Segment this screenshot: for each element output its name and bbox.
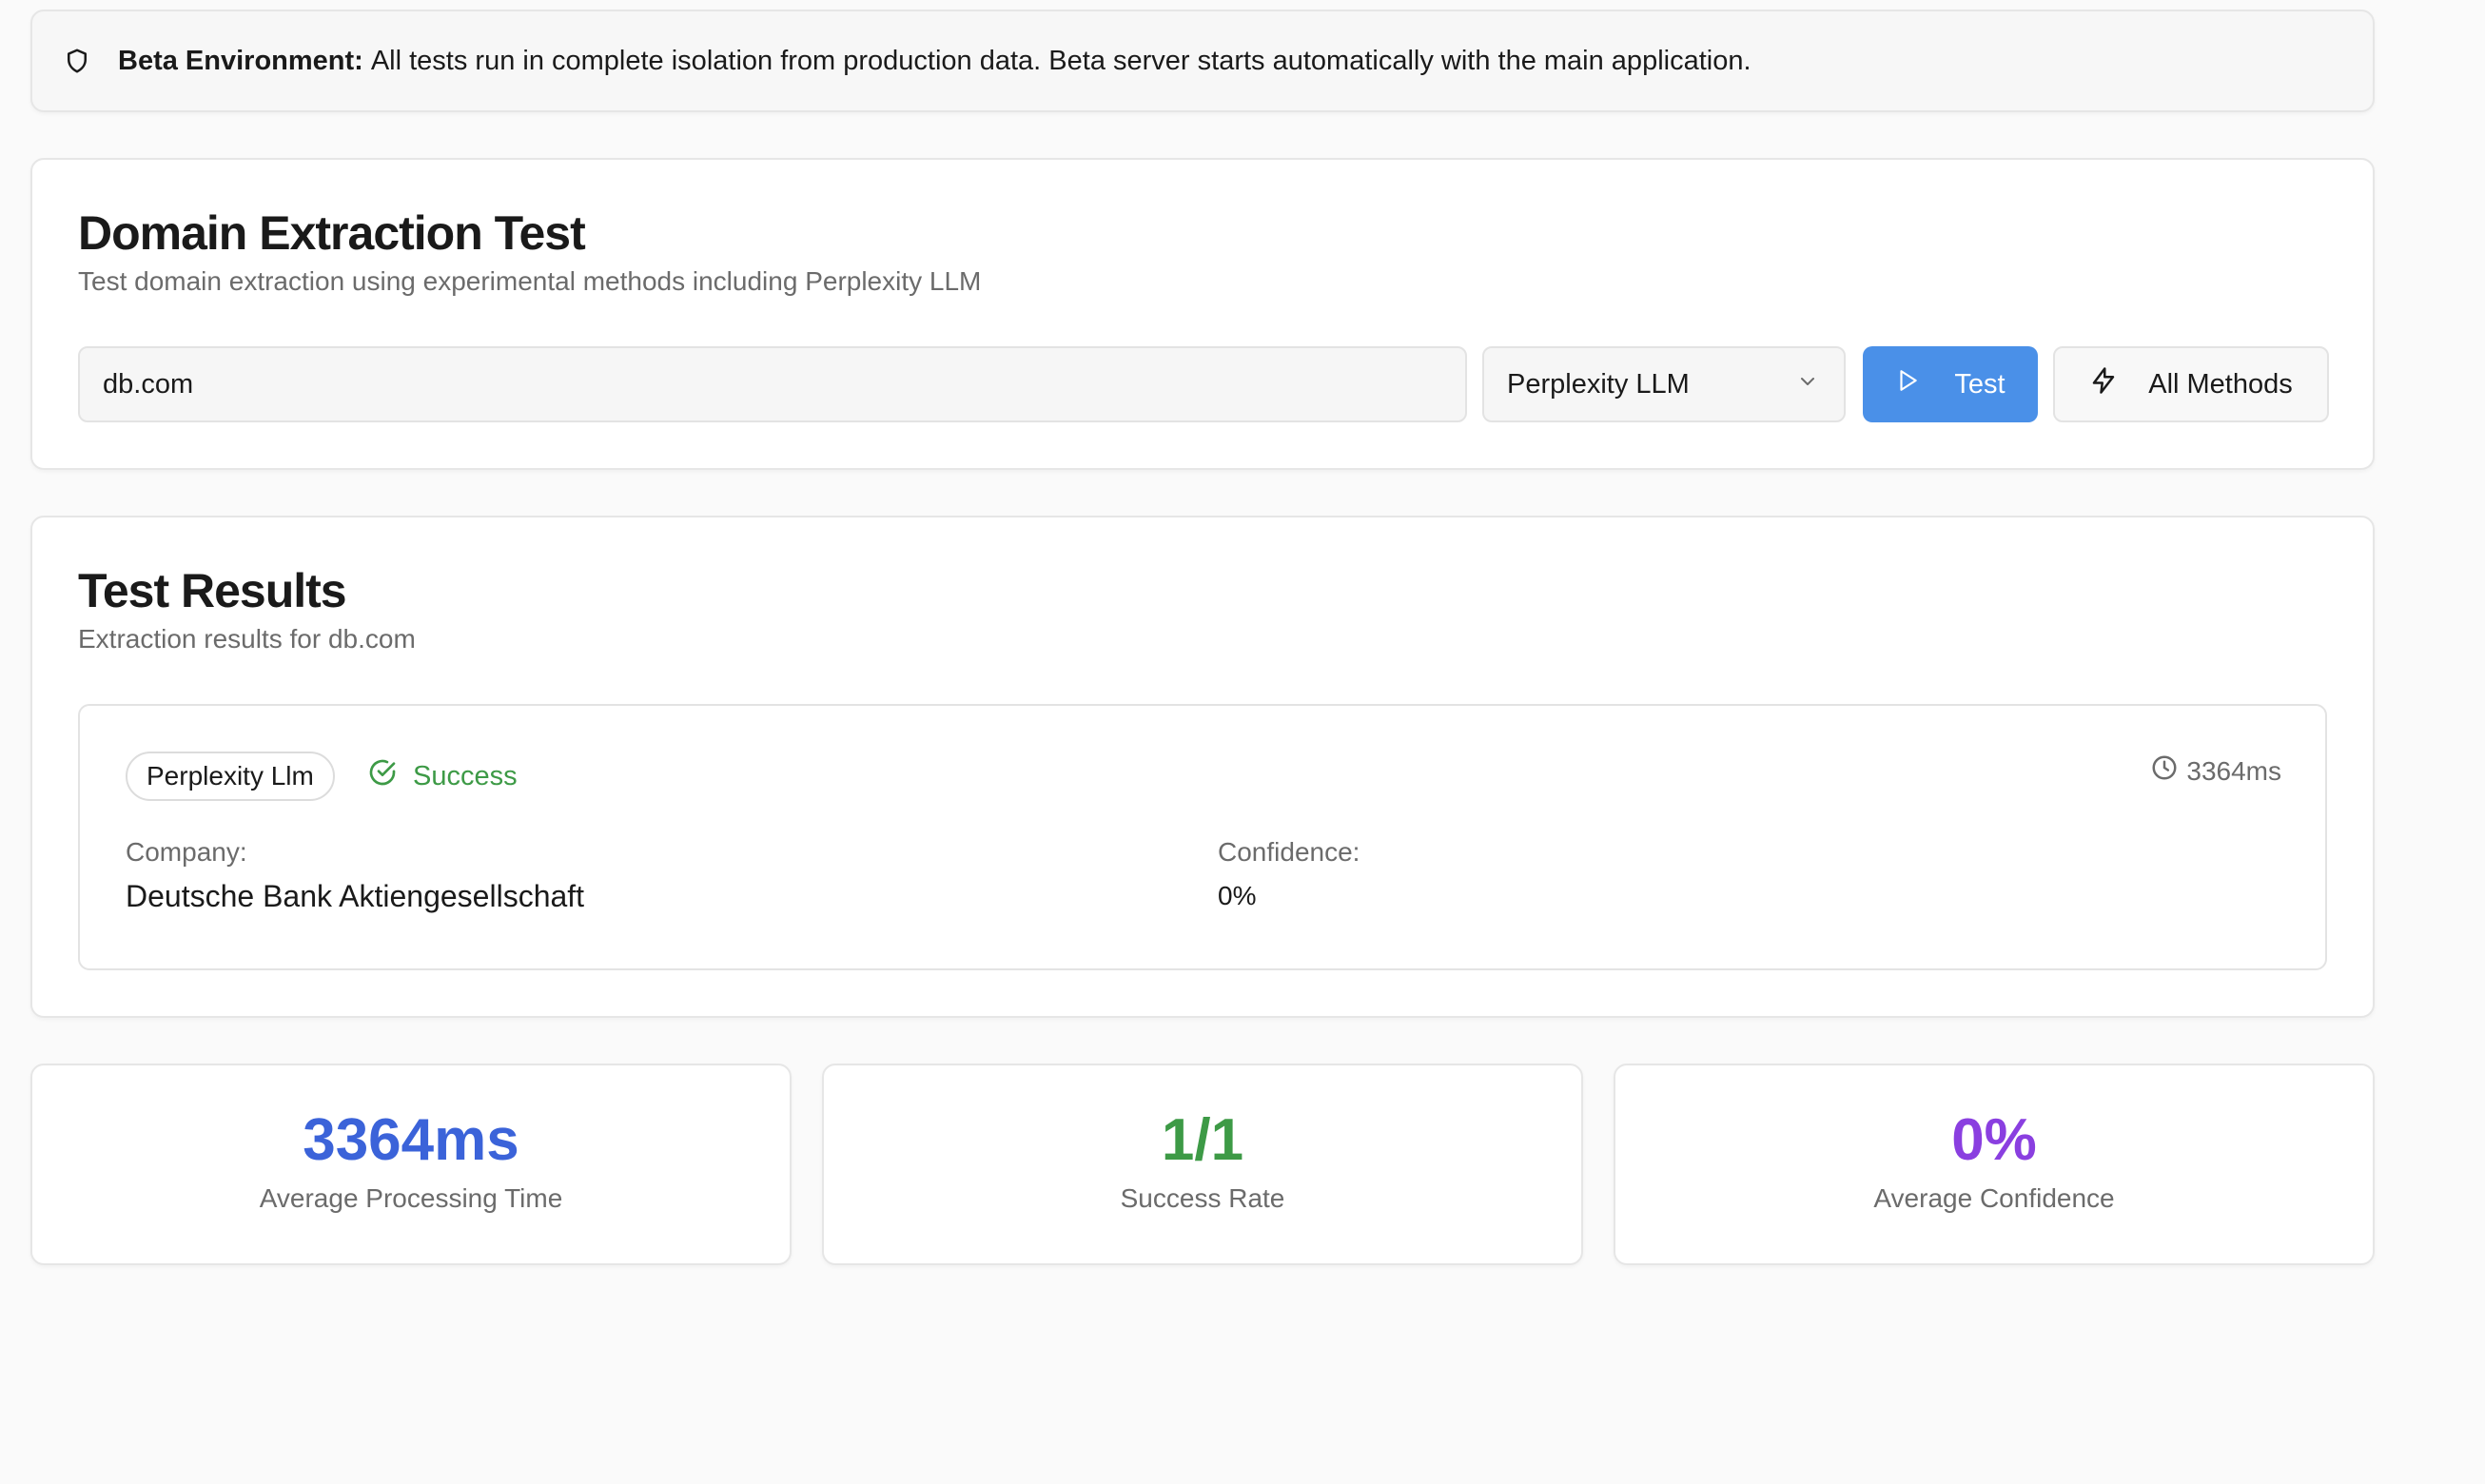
all-methods-label: All Methods [2148, 368, 2293, 400]
confidence-label: Confidence: [1218, 837, 1360, 867]
stat-value: 3364ms [303, 1107, 519, 1173]
stat-average-processing-time: 3364ms Average Processing Time [30, 1064, 792, 1265]
stat-success-rate: 1/1 Success Rate [822, 1064, 1583, 1265]
company-value: Deutsche Bank Aktiengesellschaft [126, 879, 585, 913]
all-methods-button[interactable]: All Methods [2053, 346, 2329, 422]
status-label: Success [413, 760, 518, 791]
method-badge: Perplexity Llm [126, 752, 335, 801]
result-item: Perplexity Llm Success 3364ms Company: D… [78, 704, 2327, 970]
extraction-title: Domain Extraction Test [78, 206, 586, 260]
domain-extraction-card: Domain Extraction Test Test domain extra… [30, 158, 2375, 470]
test-button[interactable]: Test [1863, 346, 2038, 422]
banner-title: Beta Environment: [118, 45, 363, 76]
status-badge: Success [367, 752, 518, 801]
play-icon [1895, 367, 1954, 401]
beta-environment-banner: Beta Environment: All tests run in compl… [30, 10, 2375, 112]
results-subtitle: Extraction results for db.com [78, 624, 416, 654]
stat-label: Success Rate [1120, 1183, 1285, 1213]
stat-value: 0% [1951, 1107, 2037, 1173]
extraction-subtitle: Test domain extraction using experimenta… [78, 266, 982, 296]
results-title: Test Results [78, 564, 347, 617]
stat-label: Average Processing Time [259, 1183, 563, 1213]
test-button-label: Test [1954, 368, 2006, 400]
method-select[interactable]: Perplexity LLM [1482, 346, 1846, 422]
method-select-value: Perplexity LLM [1507, 368, 1690, 400]
confidence-value: 0% [1218, 881, 1257, 910]
stat-value: 1/1 [1161, 1107, 1244, 1173]
banner-message: All tests run in complete isolation from… [370, 45, 1751, 76]
duration-readout: 3364ms [2150, 753, 2281, 789]
zap-icon [2089, 365, 2148, 403]
duration-value: 3364ms [2186, 755, 2281, 786]
stat-average-confidence: 0% Average Confidence [1614, 1064, 2375, 1265]
domain-input[interactable] [78, 346, 1467, 422]
shield-icon [63, 44, 97, 78]
chevron-down-icon [1796, 369, 1819, 400]
clock-icon [2150, 753, 2186, 789]
company-label: Company: [126, 837, 247, 867]
test-results-card: Test Results Extraction results for db.c… [30, 516, 2375, 1018]
check-circle-icon [367, 757, 413, 795]
stat-label: Average Confidence [1873, 1183, 2115, 1213]
